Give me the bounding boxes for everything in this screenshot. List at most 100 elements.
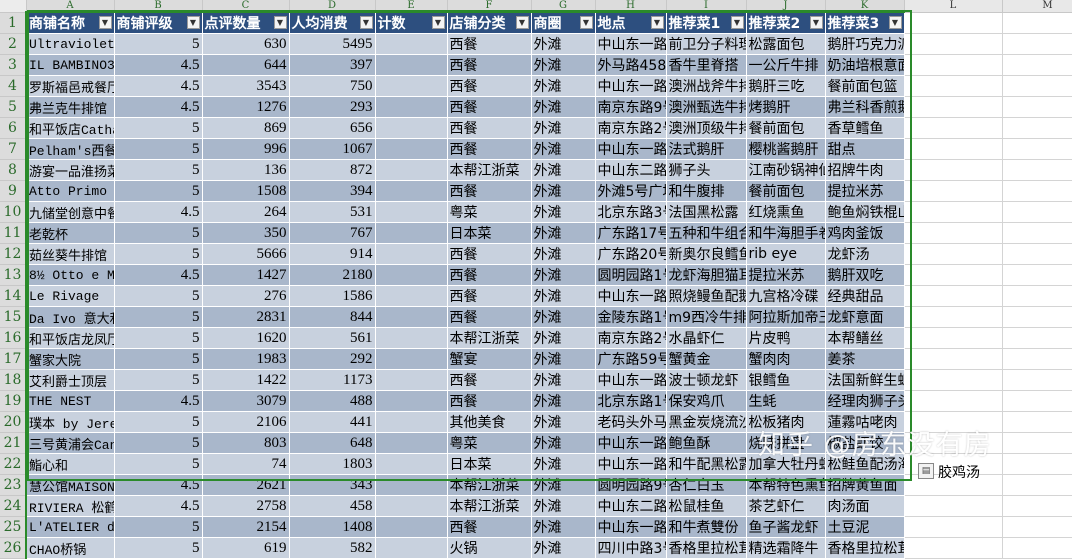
table-cell[interactable]: Pelham's西餐厅 [26,138,115,160]
table-cell[interactable]: 外滩 [531,369,596,391]
filter-dropdown-icon[interactable]: ▼ [273,16,287,29]
empty-cell[interactable] [1002,516,1072,538]
table-cell[interactable]: 914 [289,243,376,265]
table-cell[interactable]: 法国新鲜生蚝 [825,369,905,391]
column-header[interactable]: E [375,0,448,13]
table-cell[interactable]: 4.5 [114,495,203,517]
filter-dropdown-icon[interactable]: ▼ [431,16,445,29]
table-cell[interactable]: 外滩 [531,180,596,202]
table-cell[interactable]: 1620 [202,327,290,349]
empty-cell[interactable] [1002,537,1072,559]
column-header[interactable]: J [746,0,826,13]
table-cell[interactable]: 656 [289,117,376,139]
table-cell[interactable] [375,54,448,76]
empty-cell[interactable] [1002,75,1072,97]
row-header[interactable]: 8 [0,159,27,181]
table-cell[interactable]: 粤菜 [447,432,532,454]
table-cell[interactable]: 外滩 [531,348,596,370]
table-cell[interactable] [375,390,448,412]
row-header[interactable]: 26 [0,537,27,559]
table-cell[interactable] [375,537,448,559]
empty-cell[interactable] [904,96,1003,118]
table-cell[interactable]: 广东路59号 [595,348,667,370]
column-header[interactable]: F [447,0,532,13]
table-cell[interactable]: 圆明园路1号 [595,264,667,286]
table-cell[interactable]: 餐前面包 [746,180,826,202]
filter-dropdown-icon[interactable]: ▼ [579,16,593,29]
row-header[interactable]: 22 [0,453,27,475]
empty-cell[interactable] [1002,12,1072,34]
row-header[interactable]: 12 [0,243,27,265]
table-cell[interactable]: 外滩 [531,495,596,517]
table-cell[interactable]: 本帮特色熏鱼 [746,474,826,496]
column-header[interactable]: L [904,0,1003,13]
table-cell[interactable]: 外滩 [531,537,596,559]
table-cell[interactable]: 5 [114,33,203,55]
table-cell[interactable]: Atto Primo [26,180,115,202]
table-cell[interactable]: 和牛海胆手卷 [746,222,826,244]
table-cell[interactable]: 外滩 [531,411,596,433]
table-cell[interactable] [375,75,448,97]
table-cell[interactable]: 和牛煮雙份 [666,516,747,538]
empty-cell[interactable] [1002,222,1072,244]
row-header[interactable]: 20 [0,411,27,433]
table-cell[interactable]: 外滩 [531,306,596,328]
table-cell[interactable]: 红烧熏鱼 [746,201,826,223]
table-cell[interactable]: 872 [289,159,376,181]
table-cell[interactable]: 广东路20号 [595,243,667,265]
table-cell[interactable] [375,369,448,391]
table-cell[interactable] [375,243,448,265]
table-cell[interactable]: 1173 [289,369,376,391]
table-cell[interactable]: 波士顿龙虾 [666,369,747,391]
table-cell[interactable]: 5 [114,432,203,454]
table-cell[interactable]: 本帮江浙菜 [447,327,532,349]
table-cell[interactable]: 龙虾汤 [825,243,905,265]
table-cell[interactable]: 2106 [202,411,290,433]
row-header[interactable]: 23 [0,474,27,496]
table-cell[interactable]: 本帮江浙菜 [447,159,532,181]
table-cell[interactable]: 水晶虾仁 [666,327,747,349]
table-cell[interactable]: m9西冷牛排 [666,306,747,328]
table-cell[interactable]: 经理肉狮子头 [825,390,905,412]
table-cell[interactable]: 和牛腹排 [666,180,747,202]
table-cell[interactable]: 加拿大牡丹虾 [746,453,826,475]
row-header[interactable]: 10 [0,201,27,223]
empty-cell[interactable] [904,327,1003,349]
empty-cell[interactable] [1002,327,1072,349]
table-cell[interactable]: 外滩 [531,201,596,223]
header-cell[interactable]: 点评数量 ▼ [202,12,290,34]
row-header[interactable]: 25 [0,516,27,538]
table-cell[interactable]: 鱼子酱龙虾 [746,516,826,538]
row-header[interactable]: 5 [0,96,27,118]
table-cell[interactable]: 鹅肝三吃 [746,75,826,97]
table-cell[interactable]: 1422 [202,369,290,391]
table-cell[interactable] [375,138,448,160]
table-cell[interactable]: 蟹家大院 [26,348,115,370]
table-cell[interactable]: Da Ivo 意大利餐厅 [26,306,115,328]
table-cell[interactable]: 肉汤面 [825,495,905,517]
table-cell[interactable]: 金陵东路1号 [595,306,667,328]
table-cell[interactable]: 法式鹅肝 [666,138,747,160]
table-cell[interactable]: 136 [202,159,290,181]
empty-cell[interactable] [904,495,1003,517]
table-cell[interactable]: 644 [202,54,290,76]
table-cell[interactable]: 外滩 [531,453,596,475]
empty-cell[interactable] [1002,474,1072,496]
table-cell[interactable]: 2758 [202,495,290,517]
table-cell[interactable]: 西餐 [447,33,532,55]
table-cell[interactable]: 一公斤牛排 [746,54,826,76]
table-cell[interactable]: 蓮霧咕咾肉 [825,411,905,433]
table-cell[interactable]: 5 [114,222,203,244]
row-header[interactable]: 14 [0,285,27,307]
table-cell[interactable]: 龙虾海胆猫耳朵 [666,264,747,286]
table-cell[interactable]: 中山东一路 [595,453,667,475]
table-cell[interactable]: 澳洲顶级牛排 [666,117,747,139]
empty-cell[interactable] [1002,285,1072,307]
empty-cell[interactable] [904,390,1003,412]
table-cell[interactable]: 松露面包 [746,33,826,55]
table-cell[interactable]: 2831 [202,306,290,328]
table-cell[interactable]: 樱桃酱鹅肝 [746,138,826,160]
table-cell[interactable]: 5 [114,411,203,433]
row-header[interactable]: 7 [0,138,27,160]
table-cell[interactable]: 烧味拼盘 [746,432,826,454]
